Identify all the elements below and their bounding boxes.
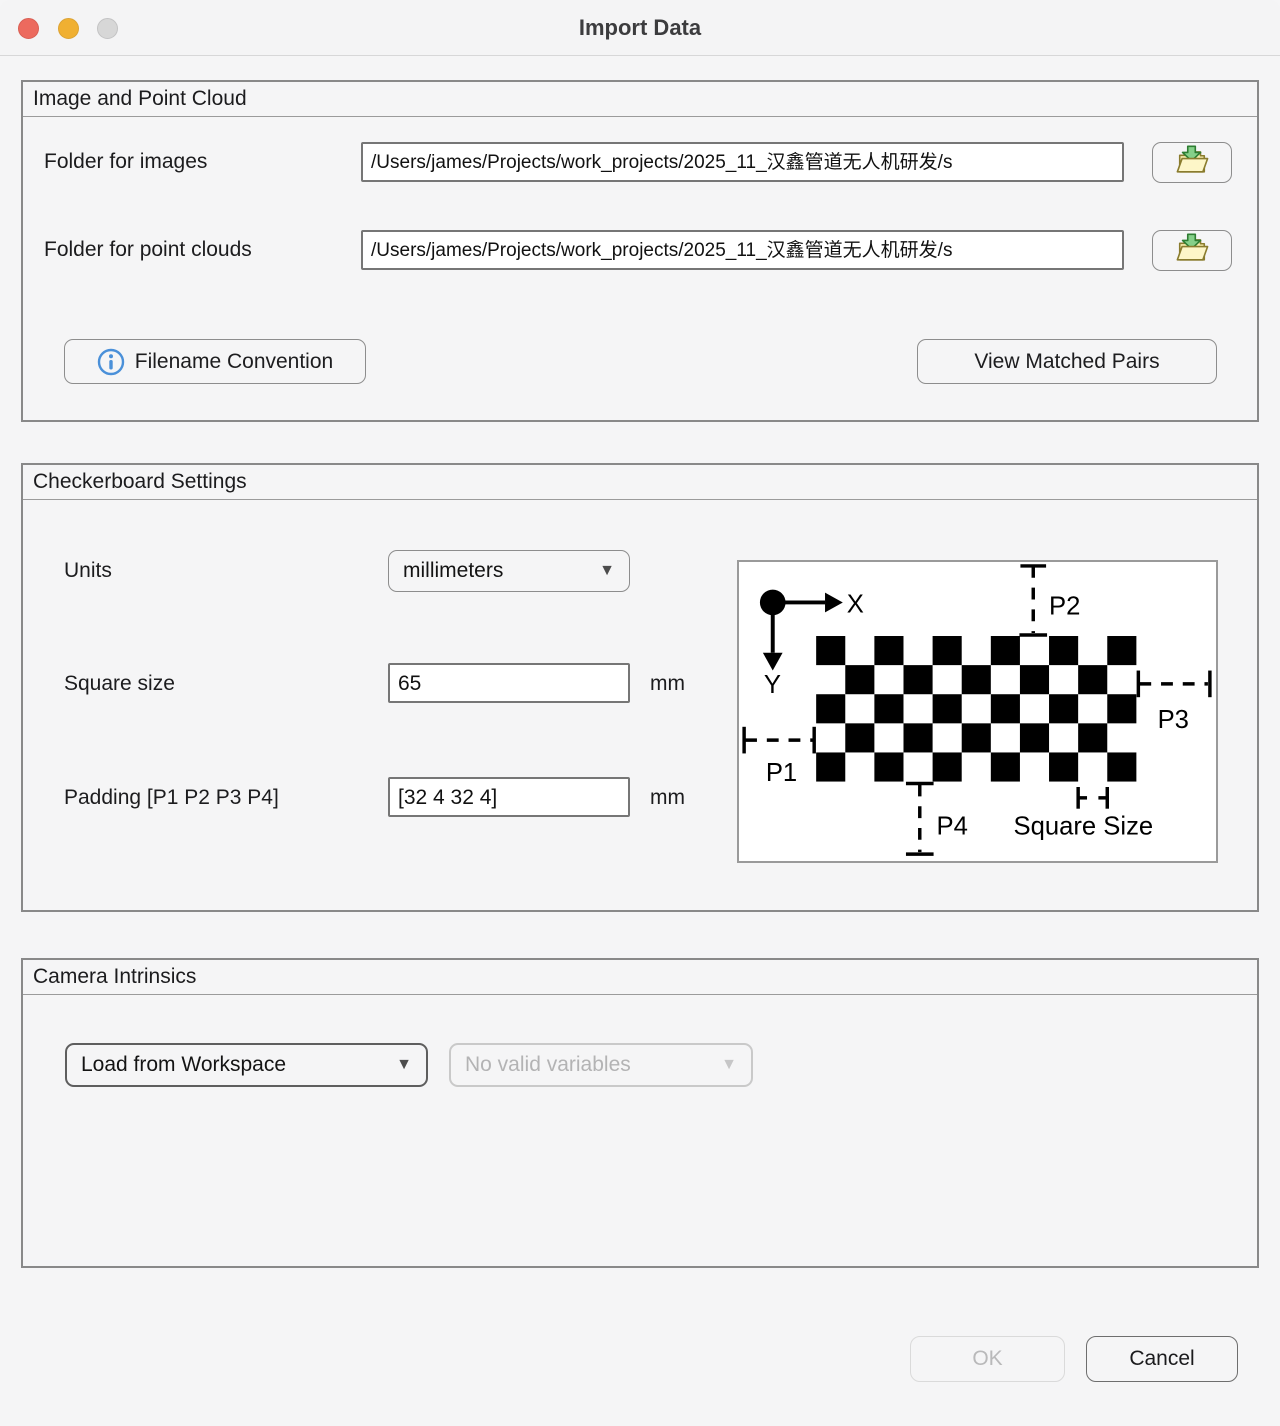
filename-convention-label: Filename Convention [135,350,333,374]
units-dropdown[interactable]: millimeters ▼ [388,550,630,592]
folder-point-clouds-label: Folder for point clouds [44,230,252,270]
chevron-down-icon: ▼ [599,562,615,580]
camera-intrinsics-panel-title: Camera Intrinsics [23,960,1257,995]
square-size-unit-label: mm [650,663,685,705]
svg-text:Y: Y [764,671,781,699]
svg-text:P1: P1 [766,759,797,787]
title-bar: Import Data [0,0,1280,56]
cancel-button[interactable]: Cancel [1086,1336,1238,1382]
view-matched-pairs-label: View Matched Pairs [974,350,1159,374]
window-title: Import Data [0,0,1280,56]
folder-images-label: Folder for images [44,142,207,182]
checkerboard-diagram-svg: X Y P2 P3 P1 P4 Square Size [739,562,1216,861]
folder-point-clouds-input[interactable]: /Users/james/Projects/work_projects/2025… [361,230,1124,270]
filename-convention-button[interactable]: Filename Convention [64,339,366,384]
folder-images-input[interactable]: /Users/james/Projects/work_projects/2025… [361,142,1124,182]
checkerboard-settings-panel: Checkerboard Settings Units millimeters … [21,463,1259,912]
svg-text:P4: P4 [937,812,968,840]
svg-text:Square Size: Square Size [1014,812,1154,840]
chevron-down-icon: ▼ [396,1056,412,1074]
units-dropdown-value: millimeters [403,559,503,583]
padding-input[interactable]: [32 4 32 4] [388,777,630,817]
browse-point-clouds-button[interactable] [1152,230,1232,271]
svg-text:X: X [847,590,864,618]
square-size-label: Square size [64,663,175,705]
intrinsics-source-dropdown[interactable]: Load from Workspace ▼ [65,1043,428,1087]
units-label: Units [64,550,112,592]
view-matched-pairs-button[interactable]: View Matched Pairs [917,339,1217,384]
image-point-cloud-panel: Image and Point Cloud Folder for images … [21,80,1259,422]
ok-button: OK [910,1336,1065,1382]
folder-import-icon [1173,231,1211,271]
folder-import-icon [1173,143,1211,183]
checkerboard-diagram: X Y P2 P3 P1 P4 Square Size [737,560,1218,863]
padding-label: Padding [P1 P2 P3 P4] [64,777,279,819]
svg-text:P3: P3 [1158,706,1189,734]
padding-unit-label: mm [650,777,685,819]
info-icon [97,348,125,376]
square-size-input[interactable]: 65 [388,663,630,703]
chevron-down-icon: ▼ [721,1056,737,1074]
browse-images-button[interactable] [1152,142,1232,183]
intrinsics-source-value: Load from Workspace [81,1053,286,1077]
intrinsics-variables-value: No valid variables [465,1053,631,1077]
camera-intrinsics-panel: Camera Intrinsics Load from Workspace ▼ … [21,958,1259,1268]
image-point-cloud-panel-title: Image and Point Cloud [23,82,1257,117]
svg-text:P2: P2 [1049,592,1080,620]
intrinsics-variables-dropdown: No valid variables ▼ [449,1043,753,1087]
checkerboard-settings-panel-title: Checkerboard Settings [23,465,1257,500]
